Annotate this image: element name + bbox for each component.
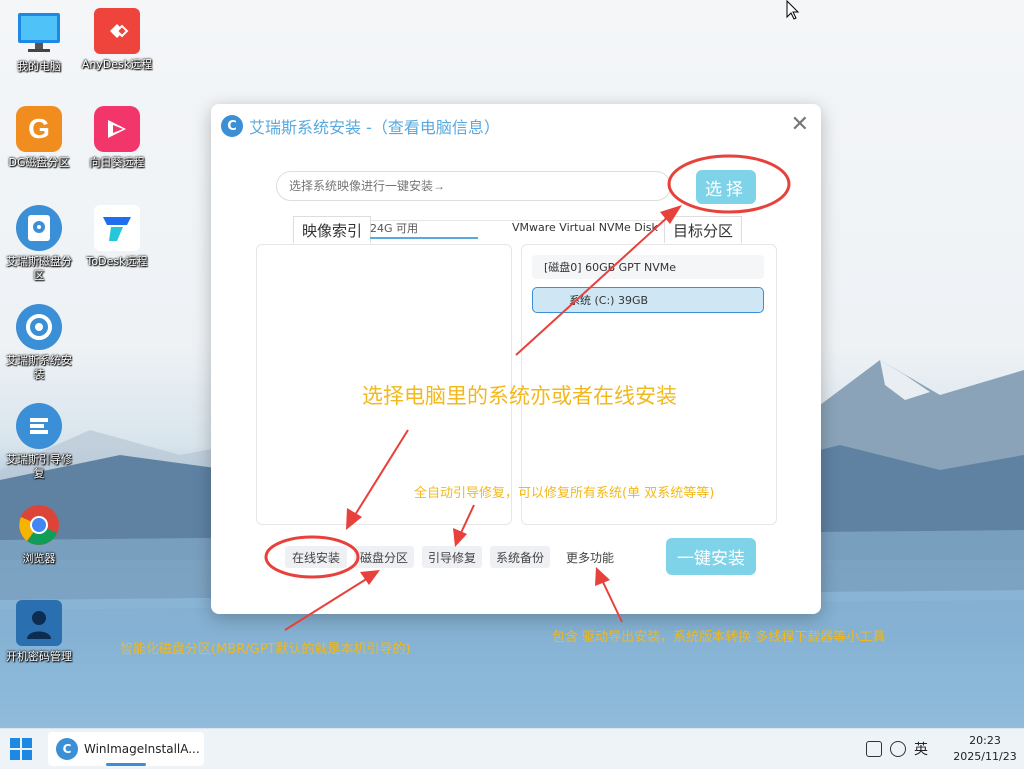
chrome-icon [16,502,62,548]
desktop-icon-label: 艾瑞斯磁盘分区 [6,255,72,282]
desktop-icon-label: 开机密码管理 [6,650,72,663]
taskbar-app-button[interactable]: C WinImageInstallA... [48,732,204,766]
more-features-button[interactable]: 更多功能 [562,546,618,568]
desktop-icon-sunlogin[interactable]: 向日葵远程 [80,106,154,170]
desktop-icon-diskgenius[interactable]: G DG磁盘分区 [2,106,76,170]
annotation-boot-repair-hint: 全自动引导修复，可以修复所有系统(单 双系统等等) [414,486,715,501]
disk-model: VMware Virtual NVMe Disk [512,221,658,234]
installer-window: C 艾瑞斯系统安装 -（查看电脑信息） ✕ 选择 映像索引 24G 可用 VMw… [211,104,821,614]
desktop-icon-password-manager[interactable]: 开机密码管理 [2,600,76,664]
tab-image-index[interactable]: 映像索引 [293,216,371,243]
desktop-icon-disk-partition[interactable]: 艾瑞斯磁盘分区 [2,205,76,283]
security-icon[interactable] [890,741,906,757]
monitor-icon [16,10,62,56]
tab-target-partition[interactable]: 目标分区 [664,216,742,243]
boot-repair-icon [16,403,62,449]
one-click-install-button[interactable]: 一键安装 [666,538,756,575]
ime-indicator[interactable]: 英 [914,739,928,759]
disk-partition-icon [16,205,62,251]
annotation-select-hint: 选择电脑里的系统亦或者在线安装 [362,384,677,408]
desktop-icon-label: DG磁盘分区 [8,156,70,169]
desktop-icon-browser[interactable]: 浏览器 [2,502,76,566]
window-title-bar: C 艾瑞斯系统安装 -（查看电脑信息） [221,114,500,138]
system-tray: 英 [866,739,928,759]
network-icon[interactable] [866,741,882,757]
disk-header[interactable]: [磁盘0] 60GB GPT NVMe [532,255,764,279]
desktop-icon-todesk[interactable]: ToDesk远程 [80,205,154,269]
desktop-icon-anydesk[interactable]: AnyDesk远程 [80,8,154,72]
window-title: 艾瑞斯系统安装 -（查看电脑信息） [249,118,500,137]
desktop-icon-label: 我的电脑 [17,60,61,73]
disk-free-space: 24G 可用 [370,222,419,235]
password-manager-icon [16,600,62,646]
windows-start-icon[interactable] [10,738,32,760]
app-logo-icon: C [221,115,243,137]
clock-date: 2025/11/23 [953,750,1017,763]
annotation-partition-hint: 智能化磁盘分区(MBR/GPT默认的就是本机引导的) [120,642,411,657]
clock-time: 20:23 [969,734,1001,747]
desktop-icon-label: 浏览器 [22,552,56,565]
app-logo-icon: C [56,738,78,760]
desktop-icon-label: 艾瑞斯系统安装 [6,354,72,381]
diskgenius-icon: G [16,106,62,152]
desktop-icon-system-install[interactable]: 艾瑞斯系统安装 [2,304,76,382]
todesk-icon [94,205,140,251]
desktop-icon-label: 向日葵远程 [89,156,145,169]
partition-item-c[interactable]: 系统 (C:) 39GB [532,287,764,313]
system-backup-button[interactable]: 系统备份 [490,546,550,568]
taskbar-app-label: WinImageInstallA... [84,742,200,756]
annotation-more-hint: 包含 驱动导出安装，系统版本转换 多线程下载器等小工具 [552,630,886,645]
close-button[interactable]: ✕ [791,112,809,137]
desktop-icon-label: ToDesk远程 [86,255,148,268]
system-install-icon [16,304,62,350]
desktop-icon-boot-repair[interactable]: 艾瑞斯引导修复 [2,403,76,481]
image-path-input[interactable] [276,171,671,201]
desktop-icon-my-computer[interactable]: 我的电脑 [2,10,76,74]
disk-usage-bar [370,237,478,239]
taskbar: C WinImageInstallA... 英 20:23 2025/11/23 [0,728,1024,769]
desktop-icon-label: AnyDesk远程 [81,58,153,71]
sunlogin-icon [94,106,140,152]
disk-partition-button[interactable]: 磁盘分区 [354,546,414,568]
boot-repair-button[interactable]: 引导修复 [422,546,482,568]
mouse-cursor-icon [786,0,800,20]
select-image-button[interactable]: 选择 [696,170,756,204]
online-install-button[interactable]: 在线安装 [285,546,347,568]
anydesk-icon [94,8,140,54]
taskbar-clock[interactable]: 20:23 2025/11/23 [950,733,1020,765]
desktop-icon-label: 艾瑞斯引导修复 [6,453,72,480]
